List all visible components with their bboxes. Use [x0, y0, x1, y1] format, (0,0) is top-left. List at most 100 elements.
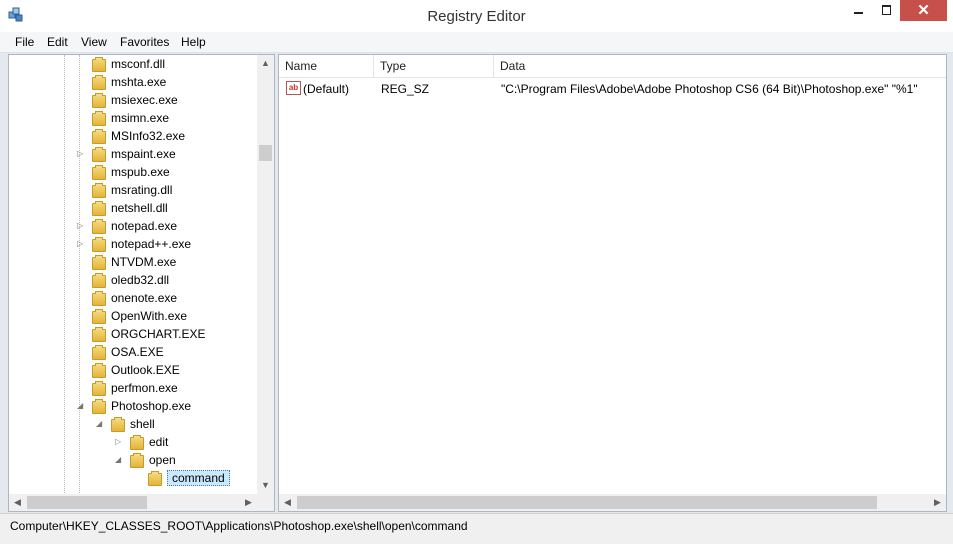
tree-item-onenote-exe[interactable]: onenote.exe: [9, 289, 256, 307]
scroll-right-icon[interactable]: ▶: [929, 494, 946, 511]
tree-item-mspaint-exe[interactable]: ▷ mspaint.exe: [9, 145, 256, 163]
tree-item-edit[interactable]: ▷ edit: [9, 433, 256, 451]
tree-item-msimn-exe[interactable]: msimn.exe: [9, 109, 256, 127]
tree-horizontal-scrollbar[interactable]: ◀ ▶: [9, 494, 274, 511]
value-name: (Default): [303, 82, 350, 96]
column-header-type[interactable]: Type: [374, 55, 494, 77]
expand-icon[interactable]: ▷: [77, 221, 85, 231]
menu-view[interactable]: View: [81, 35, 107, 49]
folder-icon: [129, 435, 144, 450]
tree-item-label: shell: [130, 417, 155, 431]
folder-icon: [147, 471, 162, 486]
tree-item-mshta-exe[interactable]: mshta.exe: [9, 73, 256, 91]
value-data: "C:\Program Files\Adobe\Adobe Photoshop …: [501, 82, 918, 96]
menu-edit[interactable]: Edit: [47, 35, 68, 49]
tree-item-notepad-exe[interactable]: ▷ notepad++.exe: [9, 235, 256, 253]
tree-item-label: MSInfo32.exe: [111, 129, 186, 143]
column-header-data[interactable]: Data: [494, 55, 940, 77]
tree-item-label: OpenWith.exe: [111, 309, 188, 323]
value-row[interactable]: ab (Default) REG_SZ "C:\Program Files\Ad…: [279, 79, 946, 97]
folder-icon: [91, 381, 106, 396]
tree-item-label: onenote.exe: [111, 291, 178, 305]
close-icon: ✕: [917, 2, 930, 19]
tree-item-msinfo32-exe[interactable]: MSInfo32.exe: [9, 127, 256, 145]
column-header-name[interactable]: Name: [279, 55, 374, 77]
tree-item-orgchart-exe[interactable]: ORGCHART.EXE: [9, 325, 256, 343]
tree-item-label: mspaint.exe: [111, 147, 176, 161]
scroll-thumb[interactable]: [259, 145, 272, 161]
folder-icon: [91, 237, 106, 252]
tree-item-label: oledb32.dll: [111, 273, 170, 287]
tree-item-msiexec-exe[interactable]: msiexec.exe: [9, 91, 256, 109]
scroll-left-icon[interactable]: ◀: [279, 494, 296, 511]
scroll-down-icon[interactable]: ▼: [257, 477, 274, 494]
tree-item-open[interactable]: ◢ open: [9, 451, 256, 469]
menu-file[interactable]: File: [15, 35, 34, 49]
scroll-left-icon[interactable]: ◀: [9, 494, 26, 511]
folder-icon: [110, 417, 125, 432]
folder-icon: [91, 147, 106, 162]
tree-item-shell[interactable]: ◢ shell: [9, 415, 256, 433]
menu-help[interactable]: Help: [181, 35, 206, 49]
folder-icon: [91, 363, 106, 378]
tree-item-label: mspub.exe: [111, 165, 170, 179]
scroll-thumb[interactable]: [297, 496, 877, 509]
tree-item-ntvdm-exe[interactable]: NTVDM.exe: [9, 253, 256, 271]
value-type: REG_SZ: [381, 82, 430, 96]
folder-icon: [91, 399, 106, 414]
values-list-pane[interactable]: Name Type Data ab (Default) REG_SZ "C:\P…: [278, 54, 947, 512]
tree-item-label: msimn.exe: [111, 111, 170, 125]
tree-item-netshell-dll[interactable]: netshell.dll: [9, 199, 256, 217]
folder-icon: [91, 165, 106, 180]
folder-icon: [91, 273, 106, 288]
folder-icon: [91, 291, 106, 306]
tree-item-label: perfmon.exe: [111, 381, 178, 395]
tree-item-perfmon-exe[interactable]: perfmon.exe: [9, 379, 256, 397]
tree-item-label: NTVDM.exe: [111, 255, 177, 269]
expand-icon[interactable]: ▷: [115, 437, 123, 447]
close-button[interactable]: ✕: [900, 0, 947, 21]
tree-item-label: Photoshop.exe: [111, 399, 192, 413]
tree-item-label: msconf.dll: [111, 57, 166, 71]
folder-icon: [91, 183, 106, 198]
collapse-icon[interactable]: ◢: [96, 419, 104, 429]
menu-favorites[interactable]: Favorites: [120, 35, 169, 49]
maximize-button[interactable]: [873, 0, 900, 21]
folder-icon: [91, 129, 106, 144]
expand-icon[interactable]: ▷: [77, 239, 85, 249]
tree-item-osa-exe[interactable]: OSA.EXE: [9, 343, 256, 361]
collapse-icon[interactable]: ◢: [77, 401, 85, 411]
folder-icon: [91, 111, 106, 126]
folder-icon: [91, 57, 106, 72]
minimize-button[interactable]: [845, 0, 873, 21]
folder-icon: [91, 201, 106, 216]
folder-icon: [91, 219, 106, 234]
folder-icon: [129, 453, 144, 468]
list-horizontal-scrollbar[interactable]: ◀ ▶: [279, 494, 946, 511]
tree-item-label: netshell.dll: [111, 201, 168, 215]
folder-icon: [91, 255, 106, 270]
tree-item-outlook-exe[interactable]: Outlook.EXE: [9, 361, 256, 379]
tree-item-notepad-exe[interactable]: ▷ notepad.exe: [9, 217, 256, 235]
key-tree-pane[interactable]: msconf.dll mshta.exe msiexec.exe msimn.exe M…: [8, 54, 275, 512]
tree-item-photoshop-exe[interactable]: ◢ Photoshop.exe: [9, 397, 256, 415]
window-title: Registry Editor: [427, 8, 526, 25]
tree-item-msrating-dll[interactable]: msrating.dll: [9, 181, 256, 199]
tree-vertical-scrollbar[interactable]: ▲ ▼: [257, 55, 274, 494]
folder-icon: [91, 93, 106, 108]
scroll-thumb[interactable]: [27, 496, 147, 509]
folder-icon: [91, 327, 106, 342]
scroll-up-icon[interactable]: ▲: [257, 55, 274, 72]
tree-item-openwith-exe[interactable]: OpenWith.exe: [9, 307, 256, 325]
tree-item-mspub-exe[interactable]: mspub.exe: [9, 163, 256, 181]
tree-item-oledb32-dll[interactable]: oledb32.dll: [9, 271, 256, 289]
expand-icon[interactable]: ▷: [77, 149, 85, 159]
tree-item-label: mshta.exe: [111, 75, 167, 89]
tree-item-label: open: [149, 453, 176, 467]
scroll-right-icon[interactable]: ▶: [240, 494, 257, 511]
collapse-icon[interactable]: ◢: [115, 455, 123, 465]
tree-item-label: command: [167, 470, 230, 486]
tree-item-msconf-dll[interactable]: msconf.dll: [9, 55, 256, 73]
tree-item-command[interactable]: command: [9, 469, 256, 487]
status-bar: Computer\HKEY_CLASSES_ROOT\Applications\…: [0, 513, 953, 544]
